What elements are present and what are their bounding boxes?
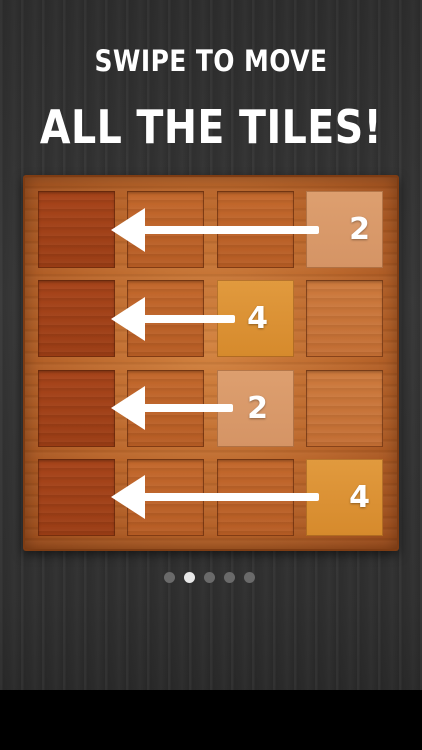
- page-dot-active[interactable]: [184, 572, 195, 583]
- game-board[interactable]: 2 4 2 4: [23, 175, 399, 551]
- page-dot[interactable]: [204, 572, 215, 583]
- page-indicator[interactable]: [164, 572, 258, 584]
- arrow-left-icon: [111, 475, 319, 519]
- arrow-left-icon: [111, 386, 233, 430]
- page-dot[interactable]: [244, 572, 255, 583]
- page-dot[interactable]: [224, 572, 235, 583]
- bottom-bar: [0, 690, 422, 750]
- headline-all-the-tiles: ALL THE TILES!: [39, 100, 383, 154]
- page-dot[interactable]: [164, 572, 175, 583]
- arrow-left-icon: [111, 297, 235, 341]
- headline-swipe-to-move: SWIPE TO MOVE: [94, 44, 328, 78]
- arrow-left-icon: [111, 208, 319, 252]
- swipe-arrows: [111, 208, 319, 519]
